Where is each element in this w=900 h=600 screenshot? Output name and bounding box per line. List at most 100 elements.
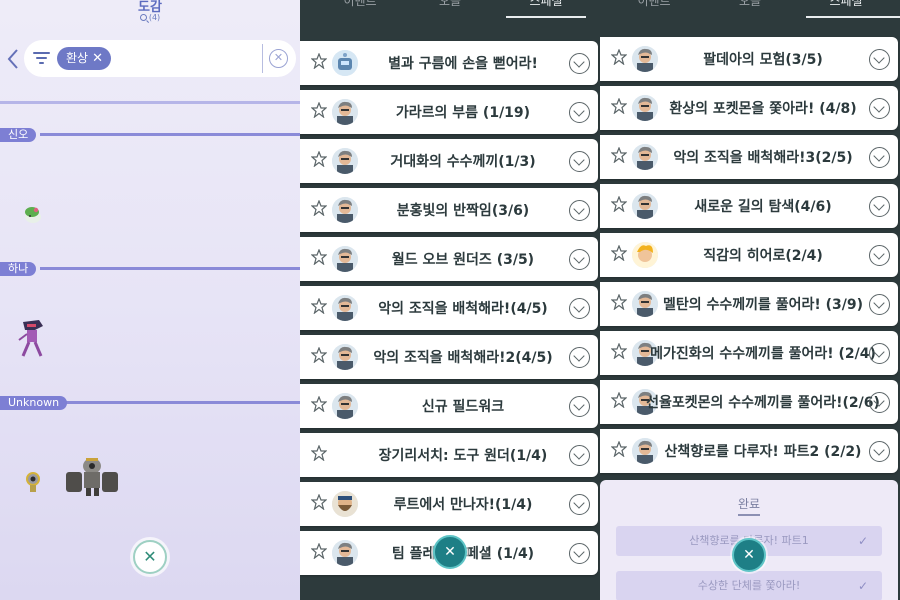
chevron-down-icon[interactable] xyxy=(569,494,590,515)
research-row[interactable]: 신규 필드워크 xyxy=(300,384,598,428)
chevron-down-icon[interactable] xyxy=(569,249,590,270)
chevron-down-icon[interactable] xyxy=(569,396,590,417)
region-line xyxy=(40,267,300,270)
chevron-down-icon[interactable] xyxy=(869,441,890,462)
research-title: 멜탄의 수수께끼를 풀어라! (3/9) xyxy=(662,297,864,313)
completed-item[interactable]: 수상한 단체를 쫓아라! ✓ xyxy=(616,571,882,600)
star-icon[interactable] xyxy=(611,49,627,65)
chevron-down-icon[interactable] xyxy=(569,445,590,466)
avatar xyxy=(332,295,358,321)
research-row[interactable]: 별과 구름에 손을 뻗어라! xyxy=(300,41,598,85)
star-icon[interactable] xyxy=(311,347,327,363)
avatar xyxy=(332,50,358,76)
chevron-down-icon[interactable] xyxy=(869,98,890,119)
research-panel-right: 이벤트 오늘 스페셜 팔데아의 모험(3/5) 환상의 포켓몬을 쫓아라! (4/… xyxy=(600,0,900,600)
avatar xyxy=(332,344,358,370)
star-icon[interactable] xyxy=(311,200,327,216)
region-label: 신오 xyxy=(0,128,37,142)
star-icon[interactable] xyxy=(611,343,627,359)
filter-icon[interactable] xyxy=(33,51,50,65)
research-row[interactable]: 거대화의 수수께끼(1/3) xyxy=(300,139,598,183)
shaymin-sprite[interactable] xyxy=(22,203,44,225)
research-title: 거대화의 수수께끼(1/3) xyxy=(390,154,536,170)
result-count: (4) xyxy=(0,13,300,22)
pokedex-panel: 도감 (4) 환상 ✕ ✕ 신오 하나 Unknown ✕ xyxy=(0,0,300,600)
avatar xyxy=(632,144,658,170)
chevron-down-icon[interactable] xyxy=(569,151,590,172)
star-icon[interactable] xyxy=(611,294,627,310)
star-icon[interactable] xyxy=(311,102,327,118)
research-row[interactable]: 장기리서치: 도구 원더(1/4) xyxy=(300,433,598,477)
tab-today[interactable]: 오늘 xyxy=(420,0,480,9)
region-header-unova: 하나 xyxy=(0,262,300,276)
back-arrow-icon[interactable] xyxy=(7,48,19,70)
chevron-down-icon[interactable] xyxy=(569,543,590,564)
star-icon[interactable] xyxy=(311,151,327,167)
tab-special[interactable]: 스페셜 xyxy=(506,0,586,9)
chevron-down-icon[interactable] xyxy=(869,196,890,217)
star-icon[interactable] xyxy=(311,249,327,265)
research-row[interactable]: 선율포켓몬의 수수께끼를 풀어라!(2/6) xyxy=(600,380,898,424)
meltan-sprite[interactable] xyxy=(24,470,42,494)
research-row[interactable]: 메가진화의 수수께끼를 풀어라! (2/4) xyxy=(600,331,898,375)
genesect-sprite[interactable] xyxy=(17,318,47,358)
research-title: 새로운 길의 탐색(4/6) xyxy=(694,199,832,215)
chevron-down-icon[interactable] xyxy=(569,200,590,221)
melmetal-sprite[interactable] xyxy=(64,456,120,496)
chevron-down-icon[interactable] xyxy=(569,347,590,368)
avatar xyxy=(632,95,658,121)
research-row[interactable]: 산책향로를 다루자! 파트2 (2/2) xyxy=(600,429,898,473)
research-row[interactable]: 분홍빛의 반짝임(3/6) xyxy=(300,188,598,232)
research-row[interactable]: 루트에서 만나자!(1/4) xyxy=(300,482,598,526)
star-icon[interactable] xyxy=(311,396,327,412)
chevron-down-icon[interactable] xyxy=(869,392,890,413)
research-row[interactable]: 팔데아의 모험(3/5) xyxy=(600,37,898,81)
chip-remove-icon[interactable]: ✕ xyxy=(92,47,103,70)
star-icon[interactable] xyxy=(311,445,327,461)
research-row[interactable]: 악의 조직을 배척해라!2(4/5) xyxy=(300,335,598,379)
chevron-down-icon[interactable] xyxy=(869,49,890,70)
tab-event[interactable]: 이벤트 xyxy=(330,0,390,9)
chevron-down-icon[interactable] xyxy=(869,343,890,364)
research-row[interactable]: 악의 조직을 배척해라!3(2/5) xyxy=(600,135,898,179)
research-row[interactable]: 새로운 길의 탐색(4/6) xyxy=(600,184,898,228)
star-icon[interactable] xyxy=(611,441,627,457)
research-row[interactable]: 환상의 포켓몬을 쫓아라! (4/8) xyxy=(600,86,898,130)
avatar xyxy=(332,393,358,419)
filter-chip-mythical[interactable]: 환상 ✕ xyxy=(57,47,111,70)
close-button[interactable]: ✕ xyxy=(133,540,167,574)
research-row[interactable]: 가라르의 부름 (1/19) xyxy=(300,90,598,134)
tab-special[interactable]: 스페셜 xyxy=(806,0,886,9)
star-icon[interactable] xyxy=(611,98,627,114)
star-icon[interactable] xyxy=(311,494,327,510)
tab-today[interactable]: 오늘 xyxy=(720,0,780,9)
star-icon[interactable] xyxy=(311,53,327,69)
chevron-down-icon[interactable] xyxy=(869,245,890,266)
research-row[interactable]: 악의 조직을 배척해라!(4/5) xyxy=(300,286,598,330)
star-icon[interactable] xyxy=(611,392,627,408)
search-icon xyxy=(139,14,147,21)
chevron-down-icon[interactable] xyxy=(569,298,590,319)
close-button[interactable]: ✕ xyxy=(433,535,467,569)
close-button[interactable]: ✕ xyxy=(732,538,766,572)
research-row[interactable]: 월드 오브 원더즈 (3/5) xyxy=(300,237,598,281)
tab-event[interactable]: 이벤트 xyxy=(624,0,684,9)
region-line xyxy=(40,133,300,136)
research-row[interactable]: 멜탄의 수수께끼를 풀어라! (3/9) xyxy=(600,282,898,326)
chevron-down-icon[interactable] xyxy=(869,294,890,315)
clear-search-icon[interactable]: ✕ xyxy=(269,49,288,68)
star-icon[interactable] xyxy=(311,543,327,559)
avatar xyxy=(632,291,658,317)
star-icon[interactable] xyxy=(611,245,627,261)
chevron-down-icon[interactable] xyxy=(569,53,590,74)
search-bar[interactable]: 환상 ✕ ✕ xyxy=(24,40,296,77)
research-row[interactable]: 직감의 히어로(2/4) xyxy=(600,233,898,277)
star-icon[interactable] xyxy=(611,147,627,163)
star-icon[interactable] xyxy=(611,196,627,212)
completed-item-label: 수상한 단체를 쫓아라! xyxy=(697,579,801,592)
chevron-down-icon[interactable] xyxy=(569,102,590,123)
research-title: 별과 구름에 손을 뻗어라! xyxy=(388,56,538,72)
chevron-down-icon[interactable] xyxy=(869,147,890,168)
star-icon[interactable] xyxy=(311,298,327,314)
region-header-sinnoh: 신오 xyxy=(0,128,300,142)
